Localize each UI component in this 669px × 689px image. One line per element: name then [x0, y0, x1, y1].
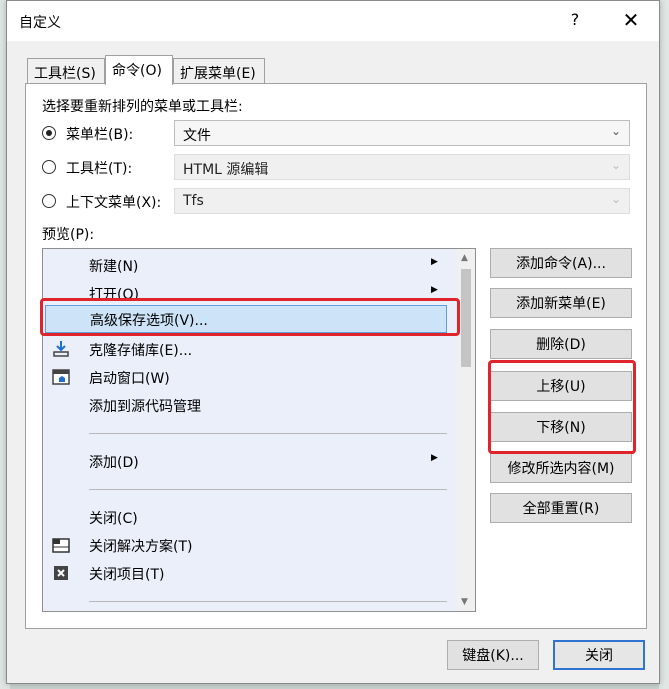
start-window-icon	[52, 369, 70, 385]
preview-scrollbar[interactable]: ▲ ▼	[457, 249, 475, 611]
list-item[interactable]: 新建(N) ▶	[43, 251, 455, 279]
list-item[interactable]: 添加到源代码管理	[43, 391, 455, 419]
close-icon[interactable]: ✕	[619, 8, 643, 32]
list-item[interactable]: 关闭解决方案(T)	[43, 531, 455, 559]
add-command-button[interactable]: 添加命令(A)...	[490, 248, 632, 278]
submenu-arrow-icon: ▶	[431, 285, 438, 295]
add-new-menu-button[interactable]: 添加新菜单(E)	[490, 288, 632, 318]
preview-label: 预览(P):	[42, 227, 95, 243]
close-button[interactable]: 关闭	[553, 640, 645, 670]
list-item-label: 关闭解决方案(T)	[89, 539, 193, 555]
menu-separator	[89, 433, 447, 434]
delete-button[interactable]: 删除(D)	[490, 329, 632, 359]
instruction-label: 选择要重新排列的菜单或工具栏:	[42, 99, 243, 115]
background-app-right	[659, 0, 669, 689]
help-button[interactable]: ?	[565, 10, 585, 29]
context-menu-label: 上下文菜单(X):	[66, 195, 162, 211]
scroll-thumb[interactable]	[461, 269, 471, 367]
list-item[interactable]: 打开(O) ▶	[43, 279, 455, 307]
toolbar-label: 工具栏(T):	[66, 161, 133, 177]
menubar-radio[interactable]	[42, 126, 56, 140]
title-bar: 自定义 ? ✕	[7, 1, 659, 41]
move-down-button[interactable]: 下移(N)	[490, 412, 632, 442]
toolbar-select[interactable]: HTML 源编辑 ⌄	[174, 154, 630, 180]
chevron-down-icon: ⌄	[610, 158, 621, 172]
toolbar-select-value: HTML 源编辑	[183, 162, 269, 178]
list-item-label: 关闭项目(T)	[89, 567, 165, 583]
toolbar-radio[interactable]	[42, 160, 56, 174]
keyboard-button[interactable]: 键盘(K)...	[447, 640, 539, 670]
menubar-select-value: 文件	[183, 128, 211, 144]
scroll-up-icon[interactable]: ▲	[461, 253, 468, 263]
reset-all-button[interactable]: 全部重置(R)	[490, 493, 632, 523]
tab-toolbars[interactable]: 工具栏(S)	[27, 58, 105, 84]
menu-separator	[89, 601, 447, 602]
context-menu-select[interactable]: Tfs ⌄	[174, 188, 630, 214]
modify-selection-button[interactable]: 修改所选内容(M)	[490, 453, 632, 483]
close-solution-icon	[52, 538, 70, 553]
list-item[interactable]: 克隆存储库(E)...	[43, 335, 455, 363]
scroll-down-icon[interactable]: ▼	[461, 597, 468, 607]
list-item-selected[interactable]: 高级保存选项(V)...	[45, 305, 447, 333]
list-item-label: 克隆存储库(E)...	[89, 343, 193, 359]
list-item-label: 新建(N)	[89, 259, 139, 275]
tab-extension-menu[interactable]: 扩展菜单(E)	[173, 58, 265, 84]
customize-dialog: 自定义 ? ✕ 工具栏(S) 命令(O) 扩展菜单(E) 选择要重新排列的菜单或…	[6, 0, 660, 684]
commands-tab-panel: 选择要重新排列的菜单或工具栏: 菜单栏(B): 文件 ⌄ 工具栏(T): HTM…	[25, 83, 647, 629]
list-item-label: 添加(D)	[89, 455, 139, 471]
list-item-label: 添加到源代码管理	[89, 399, 201, 415]
chevron-down-icon: ⌄	[610, 124, 621, 138]
submenu-arrow-icon: ▶	[431, 257, 438, 267]
list-item-label: 关闭(C)	[89, 511, 138, 527]
list-item-label: 打开(O)	[89, 287, 139, 303]
context-menu-radio[interactable]	[42, 194, 56, 208]
list-item-label: 启动窗口(W)	[89, 371, 170, 387]
list-item[interactable]: 添加(D) ▶	[43, 447, 455, 475]
list-item[interactable]: 关闭项目(T)	[43, 559, 455, 587]
close-project-icon	[54, 566, 68, 580]
submenu-arrow-icon: ▶	[431, 453, 438, 463]
list-item[interactable]: 关闭(C)	[43, 503, 455, 531]
chevron-down-icon: ⌄	[610, 192, 621, 206]
clone-repo-icon	[53, 341, 69, 357]
dialog-title: 自定义	[19, 15, 61, 31]
tab-commands[interactable]: 命令(O)	[105, 55, 173, 85]
list-item-label: 高级保存选项(V)...	[90, 313, 208, 329]
menubar-label: 菜单栏(B):	[66, 127, 134, 143]
menu-separator	[89, 489, 447, 490]
menubar-select[interactable]: 文件 ⌄	[174, 120, 630, 146]
list-item[interactable]: 启动窗口(W)	[43, 363, 455, 391]
preview-list[interactable]: 新建(N) ▶ 打开(O) ▶ 高级保存选项(V)... 克隆存储库(E)...	[42, 248, 476, 612]
move-up-button[interactable]: 上移(U)	[490, 371, 632, 401]
context-menu-select-value: Tfs	[183, 193, 204, 209]
